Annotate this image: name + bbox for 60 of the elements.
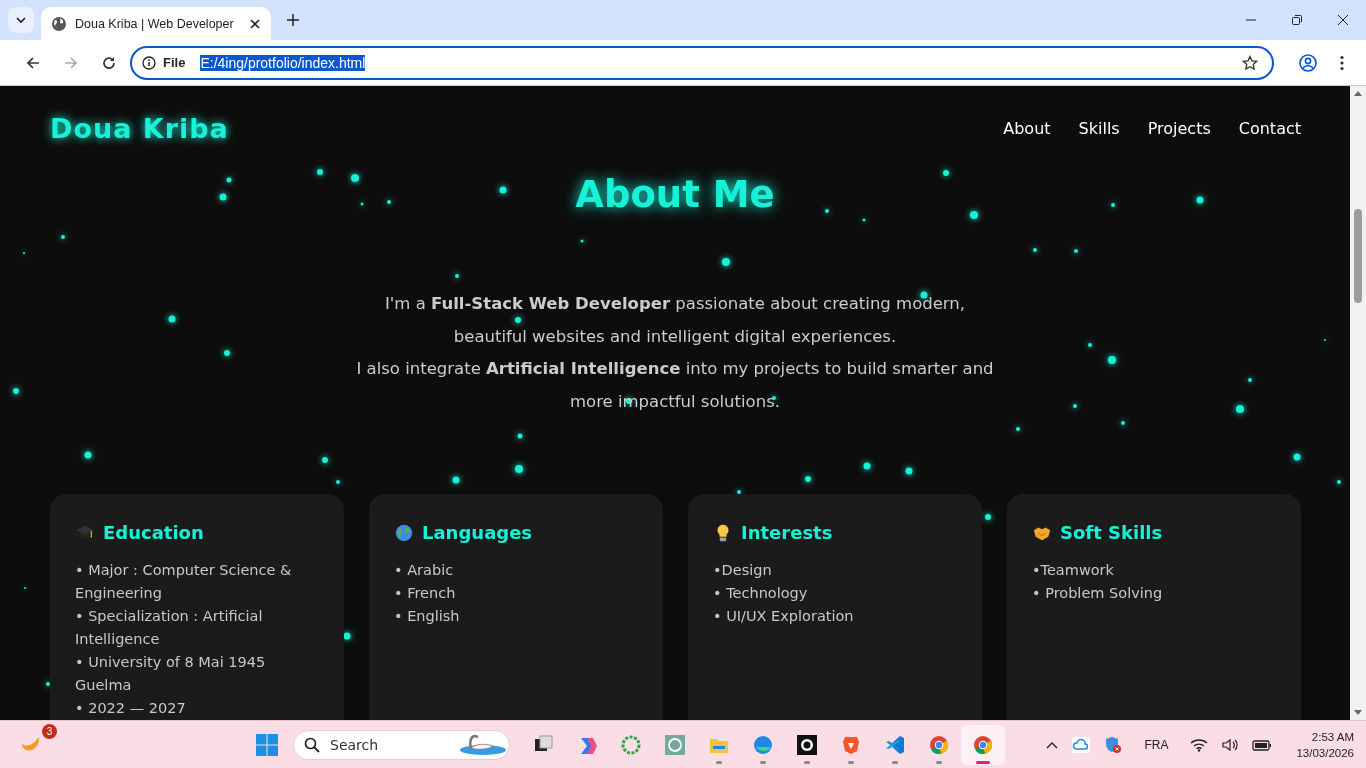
browser-tab[interactable]: Doua Kriba | Web Developer bbox=[41, 7, 271, 40]
card-item: • Arabic bbox=[394, 561, 455, 580]
scheme-label: File bbox=[163, 55, 186, 70]
intro-paragraph: I'm a Full-Stack Web Developer passionate about creating modern, beautiful websites and intelligent digital experiences. bbox=[383, 293, 967, 348]
new-tab-icon[interactable] bbox=[286, 13, 300, 27]
card-item: •Teamwork bbox=[1032, 561, 1115, 580]
card-item: • French bbox=[394, 584, 457, 603]
battery-icon[interactable] bbox=[1252, 737, 1273, 752]
card-title: Interests bbox=[741, 522, 833, 543]
address-bar[interactable]: File E:/4ing/protfolio/index.html bbox=[130, 45, 1274, 80]
card-item: • English bbox=[394, 607, 461, 626]
close-icon[interactable] bbox=[249, 17, 261, 30]
notification-badge: 3 bbox=[42, 723, 57, 739]
card-item: •Design bbox=[713, 561, 773, 580]
nav-link[interactable]: Skills bbox=[1078, 118, 1120, 138]
scroll-down-icon[interactable] bbox=[1354, 710, 1362, 716]
card-title: Soft Skills bbox=[1060, 522, 1163, 543]
windows-start-icon[interactable] bbox=[255, 732, 279, 757]
nav-link[interactable]: Projects bbox=[1147, 118, 1211, 138]
back-arrow-icon[interactable] bbox=[25, 54, 41, 71]
profile-icon[interactable] bbox=[1299, 53, 1317, 72]
wifi-icon[interactable] bbox=[1190, 737, 1209, 752]
card-item: • Technology bbox=[713, 584, 809, 603]
scroll-thumb[interactable] bbox=[1354, 209, 1362, 303]
menu-icon[interactable] bbox=[1339, 54, 1345, 71]
info-icon bbox=[142, 55, 156, 70]
card-title: Education bbox=[103, 522, 204, 543]
input-language[interactable]: FRA bbox=[1144, 737, 1169, 752]
section-heading: About Me bbox=[574, 172, 776, 218]
card-item: • University of 8 Mai 1945 Guelma bbox=[75, 653, 267, 695]
cloud-icon[interactable] bbox=[1072, 736, 1091, 753]
clock-date[interactable]: 13/03/2026 bbox=[1296, 744, 1354, 761]
chevron-down-icon bbox=[15, 14, 27, 26]
card-item: • Problem Solving bbox=[1032, 584, 1164, 603]
search-field[interactable]: Search bbox=[293, 729, 510, 760]
url-text: E:/4ing/protfolio/index.html bbox=[200, 54, 366, 71]
restore-icon[interactable] bbox=[1291, 14, 1303, 26]
card-item: • Major : Computer Science & Engineering bbox=[75, 561, 293, 603]
tab-search-button[interactable] bbox=[8, 7, 34, 33]
card-item: • Specialization : Artificial Intelligence bbox=[75, 607, 264, 649]
swan-icon bbox=[460, 733, 506, 756]
star-icon[interactable] bbox=[1242, 54, 1258, 71]
ring-icon bbox=[620, 733, 642, 756]
forward-arrow-icon[interactable] bbox=[63, 54, 79, 71]
search-icon bbox=[304, 736, 320, 753]
chevron-up-icon[interactable] bbox=[1046, 740, 1059, 749]
scrollbar[interactable] bbox=[1350, 86, 1366, 720]
nav-link[interactable]: About bbox=[1003, 118, 1051, 138]
card-item: • 2022 — 2027 bbox=[75, 699, 187, 718]
nav-link[interactable]: Contact bbox=[1238, 118, 1301, 138]
clock-time[interactable]: 2:53 AM bbox=[1311, 728, 1354, 745]
speaker-icon[interactable] bbox=[1222, 737, 1239, 752]
card-title: Languages bbox=[422, 522, 533, 543]
close-icon[interactable] bbox=[1337, 14, 1349, 26]
shield-icon[interactable] bbox=[1104, 735, 1123, 754]
site-logo[interactable]: Doua Kriba bbox=[50, 112, 229, 144]
scroll-up-icon[interactable] bbox=[1354, 90, 1362, 96]
intro-paragraph: I also integrate Artificial Intelligence into my projects to build smarter and more impactful solutions. bbox=[355, 358, 995, 413]
reload-icon[interactable] bbox=[101, 54, 117, 71]
card-item: • UI/UX Exploration bbox=[713, 607, 855, 626]
